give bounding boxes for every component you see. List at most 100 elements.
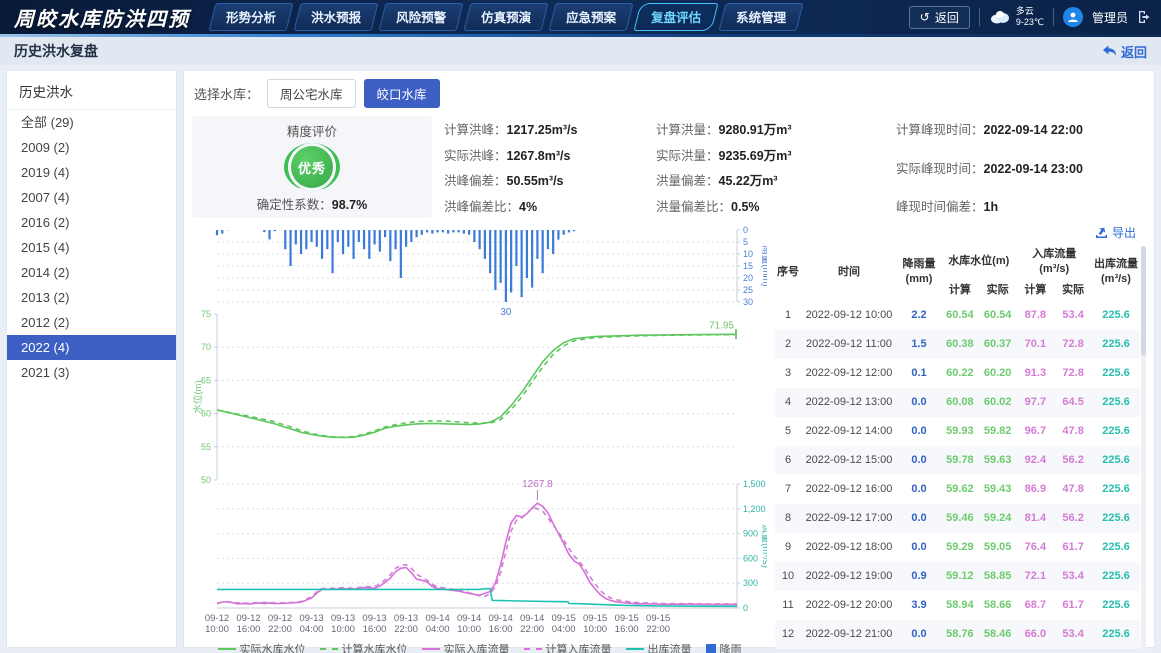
legend-item-计算水库水位[interactable]: 计算水库水位 — [320, 641, 408, 653]
sidebar-item-2009[interactable]: 2009 (2) — [7, 135, 176, 160]
legend-marker — [422, 648, 440, 650]
nav-tab-1[interactable]: 形势分析 — [209, 3, 294, 31]
sidebar-item-2014[interactable]: 2014 (2) — [7, 260, 176, 285]
reservoir-button-周公宅水库[interactable]: 周公宅水库 — [267, 79, 356, 108]
table-cell: 53.4 — [1054, 301, 1092, 330]
stat-value: 4% — [519, 200, 537, 214]
flood-volume-stats: 计算洪量：9280.91万m³实际洪量：9235.69万m³洪量偏差：45.22… — [656, 116, 884, 218]
table-row[interactable]: 72022-09-12 16:000.059.6259.4386.947.822… — [775, 475, 1140, 504]
accuracy-evaluation-card: 精度评价 优秀 确定性系数：98.7% — [192, 116, 432, 218]
nav-tab-3[interactable]: 风险预警 — [379, 3, 464, 31]
legend-label: 计算入库流量 — [546, 641, 612, 653]
sidebar-item-2012[interactable]: 2012 (2) — [7, 310, 176, 335]
legend-label: 出库流量 — [648, 641, 692, 653]
table-cell: 53.4 — [1054, 562, 1092, 591]
table-row[interactable]: 42022-09-12 13:000.060.0860.0297.764.522… — [775, 388, 1140, 417]
logout-icon[interactable] — [1137, 10, 1151, 24]
table-cell: 2022-09-12 20:00 — [801, 591, 897, 620]
table-cell: 59.62 — [941, 475, 979, 504]
nav-tab-5[interactable]: 应急预案 — [549, 3, 634, 31]
svg-text:22:00: 22:00 — [394, 624, 418, 635]
page-back-link[interactable]: 返回 — [1102, 42, 1147, 61]
sidebar-item-2013[interactable]: 2013 (2) — [7, 285, 176, 310]
table-cell: 2022-09-12 15:00 — [801, 446, 897, 475]
table-cell: 53.4 — [1054, 620, 1092, 649]
table-cell: 0.0 — [897, 446, 941, 475]
sidebar-item-2022[interactable]: 2022 (4) — [7, 335, 176, 360]
table-row[interactable]: 32022-09-12 12:000.160.2260.2091.372.822… — [775, 359, 1140, 388]
table-cell: 72.8 — [1054, 330, 1092, 359]
table-cell: 225.6 — [1092, 446, 1140, 475]
table-cell: 76.4 — [1017, 533, 1055, 562]
svg-text:04:00: 04:00 — [300, 624, 324, 635]
table-cell: 8 — [775, 504, 801, 533]
table-cell: 64.5 — [1054, 388, 1092, 417]
export-button[interactable]: 导出 — [1095, 224, 1136, 241]
nav-tab-2[interactable]: 洪水预报 — [294, 3, 379, 31]
stat-row: 峰现时间偏差：1h — [896, 196, 1146, 215]
stat-label: 洪峰偏差： — [444, 174, 507, 188]
table-cell: 60.54 — [941, 301, 979, 330]
stat-label: 实际洪峰： — [444, 149, 507, 163]
svg-text:300: 300 — [743, 578, 758, 588]
legend-item-计算入库流量[interactable]: 计算入库流量 — [524, 641, 612, 653]
table-cell: 7 — [775, 475, 801, 504]
sidebar-item-2019[interactable]: 2019 (4) — [7, 160, 176, 185]
sidebar-item-2016[interactable]: 2016 (2) — [7, 210, 176, 235]
table-row[interactable]: 112022-09-12 20:003.958.9458.6668.761.72… — [775, 591, 1140, 620]
sidebar-item-2007[interactable]: 2007 (4) — [7, 185, 176, 210]
column-header: 计算 — [1017, 280, 1055, 301]
table-row[interactable]: 102022-09-12 19:000.959.1258.8572.153.42… — [775, 562, 1140, 591]
stat-row: 洪峰偏差比：4% — [444, 196, 644, 215]
nav-return-button[interactable]: ↺ 返回 — [909, 6, 970, 29]
legend-label: 实际入库流量 — [444, 641, 510, 653]
table-cell: 2022-09-12 19:00 — [801, 562, 897, 591]
table-scrollbar[interactable] — [1141, 246, 1146, 653]
sidebar-item-2015[interactable]: 2015 (4) — [7, 235, 176, 260]
stat-row: 洪量偏差比：0.5% — [656, 196, 884, 215]
legend-item-实际入库流量[interactable]: 实际入库流量 — [422, 641, 510, 653]
sidebar-title: 历史洪水 — [7, 71, 176, 110]
table-row[interactable]: 22022-09-12 11:001.560.3860.3770.172.822… — [775, 330, 1140, 359]
grade-ring: 优秀 — [284, 143, 340, 191]
table-row[interactable]: 92022-09-12 18:000.059.2959.0576.461.722… — [775, 533, 1140, 562]
stat-value: 9235.69万m³ — [719, 149, 792, 163]
reservoir-toolbar: 选择水库： 周公宅水库皎口水库 — [192, 79, 1146, 116]
nav-tab-label: 形势分析 — [226, 7, 276, 26]
nav-tab-6[interactable]: 复盘评估 — [634, 3, 719, 31]
table-cell: 60.37 — [979, 330, 1017, 359]
reservoir-button-皎口水库[interactable]: 皎口水库 — [364, 79, 440, 108]
table-cell: 59.46 — [941, 504, 979, 533]
nav-tab-4[interactable]: 仿真预演 — [464, 3, 549, 31]
table-cell: 60.02 — [979, 388, 1017, 417]
table-cell: 0.0 — [897, 417, 941, 446]
sidebar-item-全部[interactable]: 全部 (29) — [7, 110, 176, 135]
stat-row: 洪量偏差：45.22万m³ — [656, 170, 884, 189]
legend-item-出库流量[interactable]: 出库流量 — [626, 641, 692, 653]
stat-label: 洪量偏差： — [656, 174, 719, 188]
back-arrow-icon — [1102, 45, 1117, 57]
table-row[interactable]: 82022-09-12 17:000.059.4659.2481.456.222… — [775, 504, 1140, 533]
table-row[interactable]: 12022-09-12 10:002.260.5460.5487.853.422… — [775, 301, 1140, 330]
nav-tab-7[interactable]: 系统管理 — [719, 3, 804, 31]
peak-time-stats: 计算峰现时间：2022-09-14 22:00实际峰现时间：2022-09-14… — [896, 116, 1146, 218]
table-cell: 61.7 — [1054, 591, 1092, 620]
weather-widget: 多云 9-23℃ — [989, 6, 1044, 29]
main-nav: 形势分析洪水预报风险预警仿真预演应急预案复盘评估系统管理 — [212, 3, 909, 31]
table-cell: 2 — [775, 330, 801, 359]
table-cell: 225.6 — [1092, 301, 1140, 330]
column-header: 计算 — [941, 280, 979, 301]
table-row[interactable]: 52022-09-12 14:000.059.9359.8296.747.822… — [775, 417, 1140, 446]
table-cell: 97.7 — [1017, 388, 1055, 417]
svg-text:75: 75 — [201, 309, 211, 319]
table-cell: 96.7 — [1017, 417, 1055, 446]
column-header: 降雨量 (mm) — [897, 244, 941, 301]
legend-marker — [626, 648, 644, 650]
legend-item-实际水库水位[interactable]: 实际水库水位 — [218, 641, 306, 653]
nav-tab-label: 风险预警 — [396, 7, 446, 26]
table-row[interactable]: 122022-09-12 21:000.058.7658.4666.053.42… — [775, 620, 1140, 649]
table-scrollbar-thumb[interactable] — [1141, 246, 1146, 356]
sidebar-item-2021[interactable]: 2021 (3) — [7, 360, 176, 385]
table-row[interactable]: 62022-09-12 15:000.059.7859.6392.456.222… — [775, 446, 1140, 475]
legend-item-降雨[interactable]: 降雨 — [706, 641, 742, 653]
